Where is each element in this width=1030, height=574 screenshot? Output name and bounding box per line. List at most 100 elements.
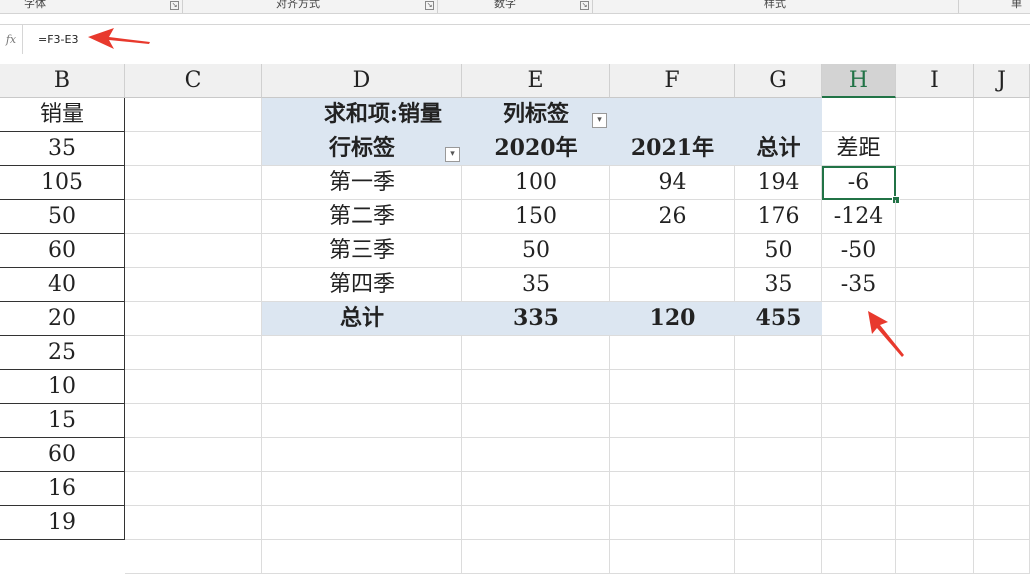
cell-h5[interactable]: -50 — [822, 234, 896, 268]
cell-b-value[interactable]: 25 — [0, 336, 125, 370]
empty-cell[interactable] — [262, 336, 462, 370]
cell-b-value[interactable]: 15 — [0, 404, 125, 438]
empty-cell[interactable] — [896, 370, 974, 404]
empty-cell[interactable] — [125, 472, 262, 506]
empty-cell[interactable] — [896, 404, 974, 438]
empty-cell[interactable] — [896, 98, 974, 132]
empty-cell[interactable] — [896, 540, 974, 574]
pivot-value-cell[interactable]: 26 — [610, 200, 735, 234]
empty-cell[interactable] — [974, 438, 1030, 472]
empty-cell[interactable] — [896, 132, 974, 166]
empty-cell[interactable] — [462, 404, 610, 438]
empty-cell[interactable] — [735, 370, 822, 404]
empty-cell[interactable] — [735, 438, 822, 472]
empty-cell[interactable] — [125, 268, 262, 302]
column-header-g[interactable]: G — [735, 64, 822, 98]
empty-cell[interactable] — [822, 540, 896, 574]
column-header-i[interactable]: I — [896, 64, 974, 98]
empty-cell[interactable] — [125, 506, 262, 540]
empty-cell[interactable] — [125, 166, 262, 200]
pivot-value-cell[interactable]: 100 — [462, 166, 610, 200]
alignment-dialog-launcher-icon[interactable]: ↘ — [425, 1, 434, 10]
column-header-f[interactable]: F — [610, 64, 735, 98]
column-header-h[interactable]: H — [822, 64, 896, 98]
pivot-value-cell[interactable]: 94 — [610, 166, 735, 200]
empty-cell[interactable] — [974, 234, 1030, 268]
fx-icon[interactable]: fx — [0, 25, 23, 54]
empty-cell[interactable] — [735, 472, 822, 506]
empty-cell[interactable] — [974, 302, 1030, 336]
empty-cell[interactable] — [462, 336, 610, 370]
cell-b-value[interactable]: 35 — [0, 132, 125, 166]
column-header-b[interactable]: B — [0, 64, 125, 98]
pivot-value-cell[interactable]: 176 — [735, 200, 822, 234]
empty-cell[interactable] — [896, 268, 974, 302]
empty-cell[interactable] — [262, 540, 462, 574]
pivot-title[interactable]: 求和项:销量 — [262, 98, 462, 132]
empty-cell[interactable] — [262, 472, 462, 506]
cell-b-header[interactable]: 销量 — [0, 98, 125, 132]
pivot-col-header-2020[interactable]: 2020年 — [462, 132, 610, 166]
font-dialog-launcher-icon[interactable]: ↘ — [170, 1, 179, 10]
empty-cell[interactable] — [822, 506, 896, 540]
pivot-value-cell[interactable]: 35 — [462, 268, 610, 302]
empty-cell[interactable] — [974, 540, 1030, 574]
empty-cell[interactable] — [896, 472, 974, 506]
pivot-value-cell[interactable]: 150 — [462, 200, 610, 234]
pivot-total-grand[interactable]: 455 — [735, 302, 822, 336]
pivot-value-cell[interactable]: 194 — [735, 166, 822, 200]
cell-b-value[interactable]: 105 — [0, 166, 125, 200]
empty-cell[interactable] — [125, 302, 262, 336]
pivot-total-2020[interactable]: 335 — [462, 302, 610, 336]
cell-h6[interactable]: -35 — [822, 268, 896, 302]
empty-cell[interactable] — [896, 234, 974, 268]
empty-cell[interactable] — [462, 438, 610, 472]
cell-b-value[interactable]: 19 — [0, 506, 125, 540]
empty-cell[interactable] — [462, 540, 610, 574]
empty-cell[interactable] — [262, 370, 462, 404]
column-filter-dropdown-icon[interactable]: ▾ — [592, 113, 607, 128]
cell-h3-active[interactable]: -6 — [822, 166, 896, 200]
empty-cell[interactable] — [262, 506, 462, 540]
pivot-row-label-cell[interactable]: 第二季 — [262, 200, 462, 234]
empty-cell[interactable] — [125, 404, 262, 438]
empty-cell[interactable] — [462, 370, 610, 404]
empty-cell[interactable] — [735, 540, 822, 574]
pivot-row-label-cell[interactable]: 第四季 — [262, 268, 462, 302]
pivot-value-cell[interactable]: 50 — [462, 234, 610, 268]
empty-cell[interactable] — [125, 370, 262, 404]
empty-cell[interactable] — [462, 506, 610, 540]
cell-h4[interactable]: -124 — [822, 200, 896, 234]
cell-b-value[interactable]: 60 — [0, 438, 125, 472]
empty-cell[interactable] — [974, 200, 1030, 234]
empty-cell[interactable] — [822, 302, 896, 336]
empty-cell[interactable] — [974, 404, 1030, 438]
pivot-value-cell[interactable]: 35 — [735, 268, 822, 302]
empty-cell[interactable] — [125, 98, 262, 132]
empty-cell[interactable] — [974, 336, 1030, 370]
empty-cell[interactable] — [974, 472, 1030, 506]
empty-cell[interactable] — [896, 166, 974, 200]
empty-cell[interactable] — [735, 336, 822, 370]
pivot-column-label[interactable]: 列标签 — [462, 98, 610, 132]
empty-cell[interactable] — [974, 268, 1030, 302]
cell-b-value[interactable]: 60 — [0, 234, 125, 268]
empty-cell[interactable] — [125, 540, 262, 574]
empty-cell[interactable] — [610, 506, 735, 540]
column-header-c[interactable]: C — [125, 64, 262, 98]
empty-cell[interactable] — [896, 438, 974, 472]
empty-cell[interactable] — [610, 370, 735, 404]
empty-cell[interactable] — [974, 166, 1030, 200]
empty-cell[interactable] — [822, 370, 896, 404]
empty-cell[interactable] — [822, 438, 896, 472]
pivot-col-header-2021[interactable]: 2021年 — [610, 132, 735, 166]
empty-cell[interactable] — [125, 200, 262, 234]
number-dialog-launcher-icon[interactable]: ↘ — [580, 1, 589, 10]
pivot-row-label-cell[interactable]: 第三季 — [262, 234, 462, 268]
empty-cell[interactable] — [974, 98, 1030, 132]
empty-cell[interactable] — [262, 438, 462, 472]
empty-cell[interactable] — [896, 200, 974, 234]
empty-cell[interactable] — [974, 370, 1030, 404]
pivot-total-label[interactable]: 总计 — [262, 302, 462, 336]
empty-cell[interactable] — [262, 404, 462, 438]
